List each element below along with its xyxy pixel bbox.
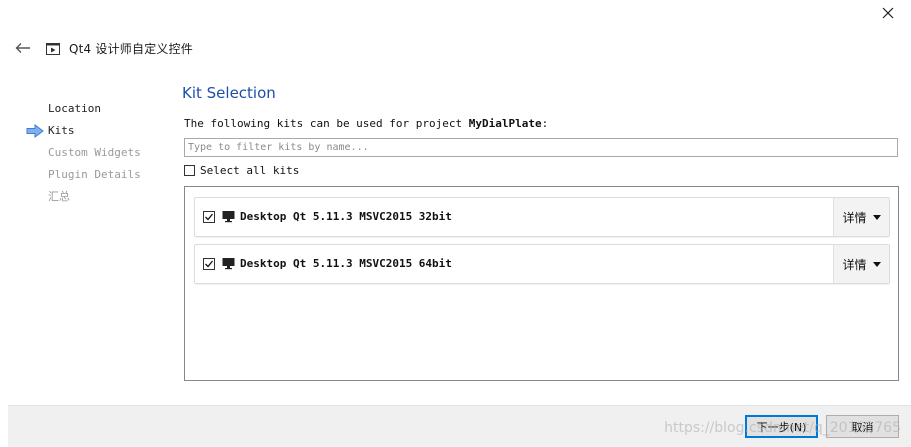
back-button[interactable] [12, 38, 34, 58]
kit-checkbox[interactable] [203, 258, 215, 270]
step-label: Custom Widgets [48, 146, 141, 159]
wizard-steps: Location Kits Custom Widgets Plugin Deta… [26, 98, 176, 208]
intro-suffix: : [541, 117, 549, 130]
intro-prefix: The following kits can be used for proje… [184, 117, 469, 130]
kit-checkbox[interactable] [203, 211, 215, 223]
step-label: Plugin Details [48, 168, 141, 181]
kit-row[interactable]: Desktop Qt 5.11.3 MSVC2015 32bit 详情 [194, 197, 890, 237]
arrow-left-icon [15, 43, 30, 53]
monitor-icon [222, 211, 235, 223]
select-all-kits[interactable]: Select all kits [184, 164, 299, 177]
chevron-down-icon [872, 261, 881, 267]
checkmark-icon [205, 213, 214, 221]
chevron-down-icon [872, 214, 881, 220]
page-title: Kit Selection [182, 84, 276, 102]
kit-details-button[interactable]: 详情 [833, 245, 889, 283]
wizard-window-icon [46, 43, 60, 55]
cancel-button[interactable]: 取消 [826, 415, 899, 438]
checkmark-icon [205, 260, 214, 268]
step-location: Location [26, 98, 176, 120]
kit-name: Desktop Qt 5.11.3 MSVC2015 64bit [240, 257, 452, 270]
kit-filter-input[interactable] [184, 138, 898, 157]
step-label: 汇总 [48, 190, 70, 203]
step-plugin-details: Plugin Details [26, 164, 176, 186]
kit-row[interactable]: Desktop Qt 5.11.3 MSVC2015 64bit 详情 [194, 244, 890, 284]
current-step-arrow-icon [26, 124, 44, 138]
monitor-icon [222, 258, 235, 270]
kit-name: Desktop Qt 5.11.3 MSVC2015 32bit [240, 210, 452, 223]
wizard-title: Qt4 设计师自定义控件 [69, 42, 194, 56]
kit-list: Desktop Qt 5.11.3 MSVC2015 32bit 详情 Desk… [184, 186, 899, 381]
select-all-checkbox[interactable] [184, 165, 195, 176]
step-kits: Kits [26, 120, 176, 142]
wizard-window: Qt4 设计师自定义控件 Location Kits Custom Widget… [0, 0, 911, 447]
close-button[interactable] [873, 0, 903, 26]
wizard-footer: 下一步(N) 取消 https://blog.csdn.net/q_201517… [8, 405, 911, 447]
step-label: Location [48, 102, 101, 115]
close-icon [882, 7, 894, 19]
next-button[interactable]: 下一步(N) [745, 415, 818, 438]
details-label: 详情 [842, 210, 867, 225]
select-all-label: Select all kits [200, 164, 300, 177]
kit-details-button[interactable]: 详情 [833, 198, 889, 236]
intro-text: The following kits can be used for proje… [184, 117, 548, 130]
step-label: Kits [48, 124, 75, 137]
step-custom-widgets: Custom Widgets [26, 142, 176, 164]
step-summary: 汇总 [26, 186, 176, 208]
project-name: MyDialPlate [468, 117, 542, 130]
details-label: 详情 [842, 257, 867, 272]
